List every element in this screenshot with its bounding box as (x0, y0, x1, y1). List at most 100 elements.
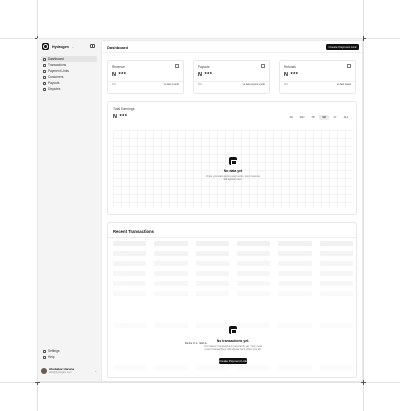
skeleton-cell (278, 365, 312, 370)
sidebar-footer: Settings Help (41, 348, 97, 360)
stat-comparison: vs last payout cycle (242, 83, 266, 86)
table-row (113, 261, 353, 266)
skeleton-cell (113, 281, 147, 286)
skeleton-cell (154, 323, 188, 328)
stat-change: 0% (198, 83, 202, 86)
skeleton-cell (195, 251, 229, 256)
skeleton-cell (154, 241, 188, 246)
skeleton-cell (195, 291, 229, 296)
range-1y[interactable]: 1Y (330, 115, 340, 120)
sidebar-collapse-icon[interactable] (90, 44, 95, 48)
total-earnings-card: Total Earnings N *** 1H 24H 7D 1M 1Y ALL… (107, 101, 357, 215)
sidebar-item-help[interactable]: Help (41, 354, 97, 360)
sidebar: Hydrogen ⌄ Dashboard Transactions Paymen… (38, 39, 100, 381)
earnings-label: Total Earnings (113, 107, 135, 111)
skeleton-cell (195, 323, 229, 328)
stat-comparison: vs last week (336, 83, 351, 86)
empty-state-title: No transactions yet. (216, 339, 250, 343)
skeleton-cell (236, 281, 271, 286)
skeleton-cell (154, 271, 188, 276)
gear-icon (43, 349, 46, 353)
external-link-icon[interactable] (175, 64, 179, 68)
skeleton-cell (236, 241, 271, 246)
empty-state-line: will appear here. (223, 178, 243, 182)
sidebar-item-label: Payment Links (48, 69, 69, 73)
skeleton-cell (113, 291, 147, 296)
grid-icon (43, 57, 46, 61)
sidebar-item-disputes[interactable]: Disputes (41, 86, 97, 92)
recent-transactions-card: Recent Transactions Details Wate No tran… (107, 222, 357, 378)
skeleton-cell (195, 261, 229, 266)
section-title: Recent Transactions (113, 229, 154, 234)
sidebar-item-label: Disputes (48, 87, 61, 91)
stat-label: Payouts (198, 65, 210, 69)
earnings-value: N *** (113, 114, 128, 120)
divider (280, 81, 355, 82)
skeleton-cell (236, 365, 271, 370)
skeleton-cell (113, 261, 147, 266)
stat-value: N *** (284, 72, 299, 78)
skeleton-cell (154, 291, 188, 296)
time-range-selector: 1H 24H 7D 1M 1Y ALL (286, 115, 351, 120)
range-1h[interactable]: 1H (286, 115, 296, 120)
stat-change: 0% (112, 83, 116, 86)
skeleton-cell (278, 251, 312, 256)
skeleton-cell (113, 323, 147, 328)
table-row (113, 365, 353, 370)
skeleton-cell (154, 281, 188, 286)
sidebar-item-label: Help (48, 355, 55, 359)
table-row (113, 241, 353, 246)
sidebar-item-label: Customers (48, 75, 64, 79)
skeleton-cell (195, 281, 229, 286)
skeleton-cell (113, 241, 147, 246)
skeleton-cell (278, 323, 312, 328)
table-row (113, 271, 353, 276)
revenue-card: Revenue N *** 0% vs last month (107, 60, 184, 94)
skeleton-cell (278, 241, 312, 246)
skeleton-cell (154, 365, 188, 370)
stat-change: 0% (284, 83, 288, 86)
range-7d[interactable]: 7D (308, 115, 318, 120)
user-menu[interactable]: Abubakar Haruna abu@hydrogen.com ⌄ (41, 367, 97, 374)
skeleton-cell (236, 261, 271, 266)
stat-comparison: vs last month (163, 83, 179, 86)
skeleton-cell (319, 281, 353, 286)
sidebar-nav: Dashboard Transactions Payment Links Cus… (41, 56, 97, 92)
skeleton-cell (319, 251, 353, 256)
refunds-card: Refunds N *** 0% vs last week (279, 60, 356, 94)
workspace-switcher[interactable]: Hydrogen ⌄ (42, 43, 74, 50)
skeleton-cell (113, 251, 147, 256)
chevron-down-icon: ⌄ (94, 368, 97, 373)
guide-line-right (363, 0, 364, 411)
main-content: Dashboard Create Payment Link Revenue N … (101, 40, 362, 381)
stat-label: Refunds (284, 65, 296, 69)
sidebar-item-label: Transactions (48, 63, 67, 67)
external-link-icon[interactable] (347, 64, 351, 68)
page-title: Dashboard (107, 45, 128, 50)
range-24h[interactable]: 24H (297, 115, 307, 120)
user-info: Abubakar Haruna abu@hydrogen.com (49, 367, 74, 374)
users-icon (43, 75, 46, 79)
skeleton-cell (113, 365, 147, 370)
link-icon (43, 69, 46, 73)
create-payment-link-button[interactable]: Create Payment Link (326, 44, 359, 50)
skeleton-cell (113, 271, 147, 276)
stat-value: N *** (198, 72, 213, 78)
skeleton-cell (319, 291, 353, 296)
user-email: abu@hydrogen.com (49, 371, 72, 374)
empty-state-title: No data yet (223, 169, 243, 173)
stat-label: Revenue (112, 65, 125, 69)
empty-state-icon (229, 157, 237, 165)
create-payment-link-button[interactable]: Create Payment Link (219, 358, 247, 364)
range-all[interactable]: ALL (341, 115, 351, 120)
skeleton-cell (278, 291, 312, 296)
table-row (113, 251, 353, 256)
empty-state-description: Once you start getting payments, your re… (183, 175, 283, 182)
range-1m[interactable]: 1M (319, 115, 329, 120)
sidebar-item-label: Payouts (48, 81, 60, 85)
skeleton-cell (195, 365, 229, 370)
skeleton-cell (278, 281, 312, 286)
external-link-icon[interactable] (261, 64, 265, 68)
skeleton-cell (236, 291, 271, 296)
skeleton-cell (319, 261, 353, 266)
